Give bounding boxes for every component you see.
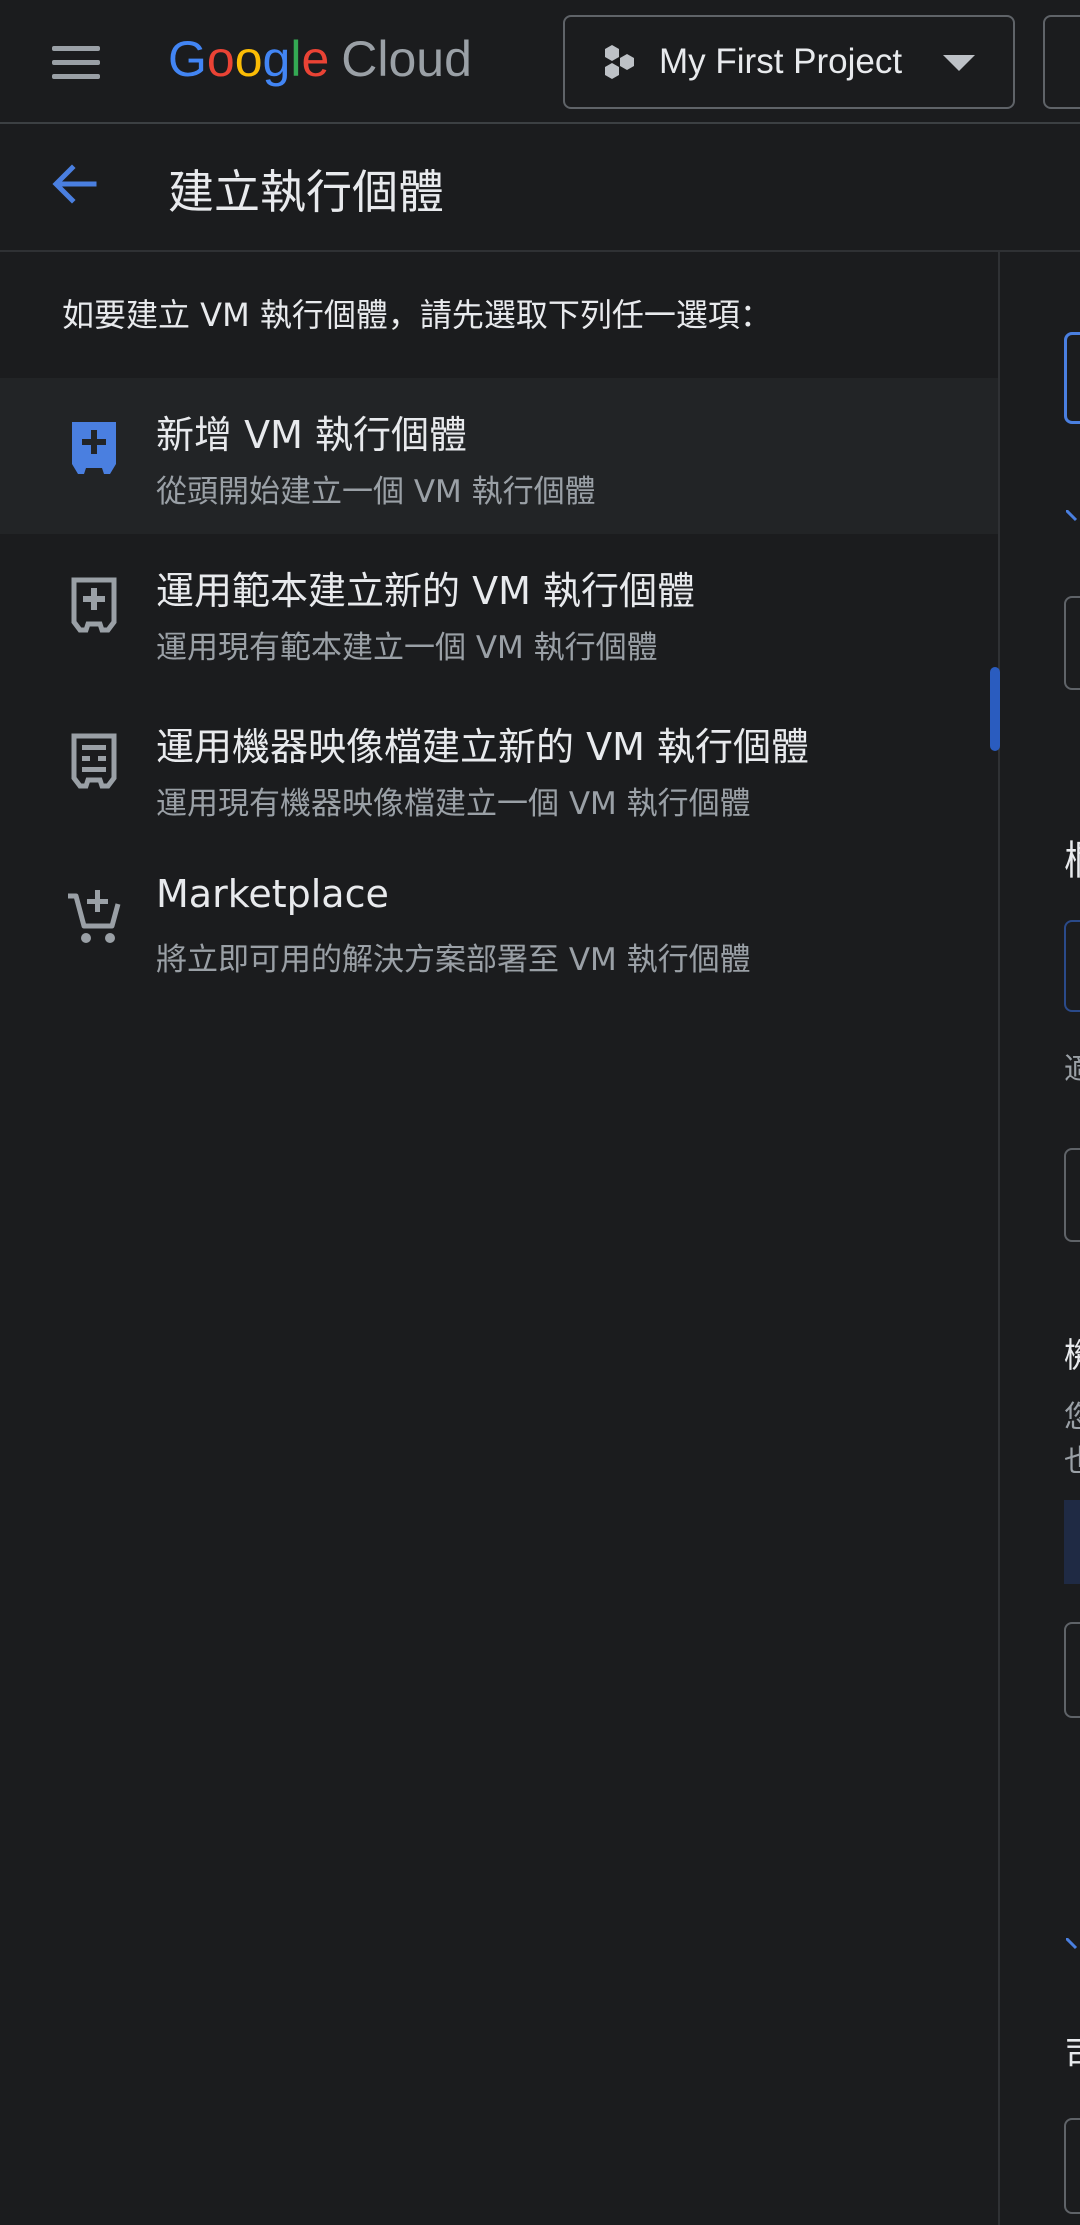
section-heading-fragment: 欄 <box>1064 828 1080 886</box>
template-icon <box>71 577 117 633</box>
section-heading-fragment: 司 <box>1064 2026 1080 2078</box>
option-title: 運用範本建立新的 VM 執行個體 <box>156 569 695 613</box>
project-hexagons-icon <box>605 45 634 79</box>
hint-text-fragment: 適 <box>1064 1052 1080 1087</box>
back-arrow-icon[interactable] <box>44 154 104 214</box>
logo-google-text: Google <box>168 31 330 87</box>
dropdown-caret-icon <box>943 55 975 71</box>
option-subtitle: 運用現有範本建立一個 VM 執行個體 <box>156 630 658 666</box>
page-header: 建立執行個體 <box>0 124 1080 252</box>
instance-form-panel: 欄 適 機 您 也 司 <box>1002 252 1080 2225</box>
option-title: 運用機器映像檔建立新的 VM 執行個體 <box>156 725 809 769</box>
chevron-down-icon[interactable] <box>1066 1938 1080 1950</box>
option-subtitle: 將立即可用的解決方案部署至 VM 執行個體 <box>156 942 751 978</box>
availability-field[interactable] <box>1064 2118 1080 2214</box>
option-subtitle: 從頭開始建立一個 VM 執行個體 <box>156 474 596 510</box>
labels-field[interactable] <box>1064 596 1080 690</box>
series-field[interactable] <box>1064 1622 1080 1718</box>
scrollbar-thumb[interactable] <box>990 667 1000 751</box>
description-fragment: 也 <box>1064 1444 1080 1479</box>
shopping-cart-icon <box>68 890 121 943</box>
search-box[interactable] <box>1043 15 1080 109</box>
description-fragment: 您 <box>1064 1400 1080 1435</box>
zone-field[interactable] <box>1064 1148 1080 1242</box>
machine-family-tabs[interactable] <box>1064 1500 1080 1584</box>
google-cloud-logo[interactable]: Google Cloud <box>168 30 472 94</box>
option-new-vm-instance[interactable]: 新增 VM 執行個體 從頭開始建立一個 VM 執行個體 <box>0 378 998 534</box>
project-name: My First Project <box>659 42 903 81</box>
option-marketplace[interactable]: Marketplace 將立即可用的解決方案部署至 VM 執行個體 <box>0 846 998 1002</box>
project-picker-button[interactable]: My First Project <box>563 15 1015 109</box>
page-title: 建立執行個體 <box>168 165 444 219</box>
logo-cloud-text: Cloud <box>341 31 472 87</box>
option-from-machine-image[interactable]: 運用機器映像檔建立新的 VM 執行個體 運用現有機器映像檔建立一個 VM 執行個… <box>0 690 998 846</box>
option-title: 新增 VM 執行個體 <box>156 413 467 457</box>
machine-image-icon <box>71 733 117 789</box>
hamburger-menu-icon[interactable] <box>52 34 124 90</box>
add-box-icon <box>72 422 116 474</box>
section-heading-fragment: 機 <box>1064 1328 1080 1377</box>
option-subtitle: 運用現有機器映像檔建立一個 VM 執行個體 <box>156 786 751 822</box>
creation-options-panel: 如要建立 VM 執行個體，請先選取下列任一選項： 新增 VM 執行個體 從頭開始… <box>0 252 1000 2225</box>
region-field[interactable] <box>1064 920 1080 1012</box>
option-from-template[interactable]: 運用範本建立新的 VM 執行個體 運用現有範本建立一個 VM 執行個體 <box>0 534 998 690</box>
name-field[interactable] <box>1064 332 1080 424</box>
top-app-bar: Google Cloud My First Project <box>0 0 1080 124</box>
intro-text: 如要建立 VM 執行個體，請先選取下列任一選項： <box>62 296 772 334</box>
option-title: Marketplace <box>156 872 389 916</box>
chevron-down-icon[interactable] <box>1066 510 1080 522</box>
